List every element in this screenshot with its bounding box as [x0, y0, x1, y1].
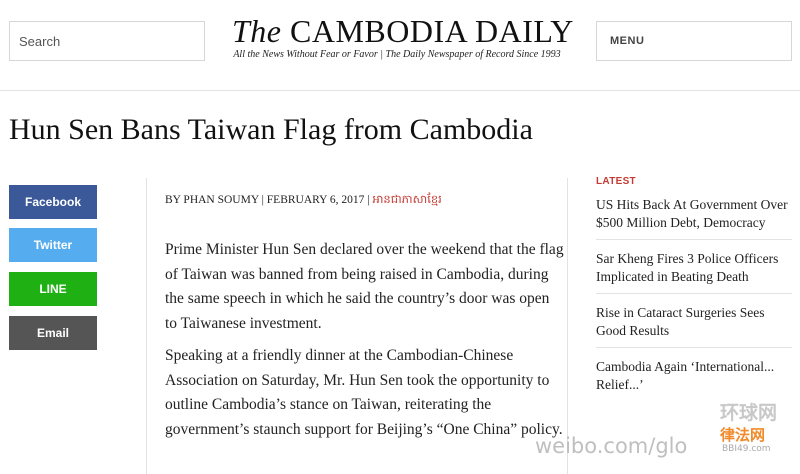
site-logo[interactable]: The CAMBODIA DAILY All the News Without …	[232, 13, 573, 60]
left-column-divider	[146, 178, 147, 474]
logo-tagline: All the News Without Fear or Favor | The…	[233, 49, 561, 60]
logo-the: The	[232, 13, 282, 49]
facebook-share-button[interactable]: Facebook	[9, 185, 97, 219]
latest-sidebar: LATEST US Hits Back At Government Over $…	[596, 176, 792, 411]
watermark-brand-url: BBI49.com	[722, 444, 771, 454]
latest-story-link[interactable]: Rise in Cataract Surgeries Sees Good Res…	[596, 304, 792, 348]
site-header: The CAMBODIA DAILY All the News Without …	[0, 0, 800, 91]
watermark-text: weibo.com/glo	[535, 434, 688, 458]
latest-heading: LATEST	[596, 176, 636, 187]
watermark-overlay: weibo.com/glo 环球网 律法网 BBI49.com	[535, 388, 800, 474]
search-box[interactable]	[9, 21, 205, 61]
watermark-brand: 环球网	[720, 402, 778, 424]
latest-story-link[interactable]: Sar Kheng Fires 3 Police Officers Implic…	[596, 250, 792, 294]
watermark-brand-secondary: 律法网	[720, 426, 766, 444]
twitter-share-button[interactable]: Twitter	[9, 228, 97, 262]
logo-name: CAMBODIA DAILY	[290, 13, 574, 49]
search-input[interactable]	[10, 22, 204, 60]
article-paragraph: Prime Minister Hun Sen declared over the…	[165, 241, 564, 332]
article-body: Prime Minister Hun Sen declared over the…	[165, 238, 565, 450]
latest-story-link[interactable]: US Hits Back At Government Over $500 Mil…	[596, 196, 792, 240]
byline-text: BY PHAN SOUMY | FEBRUARY 6, 2017 |	[165, 194, 370, 206]
article-byline: BY PHAN SOUMY | FEBRUARY 6, 2017 | អានជា…	[165, 192, 442, 209]
article-paragraph: Speaking at a friendly dinner at the Cam…	[165, 347, 563, 438]
menu-button[interactable]: MENU	[596, 21, 792, 61]
line-share-button[interactable]: LINE	[9, 272, 97, 306]
article-title: Hun Sen Bans Taiwan Flag from Cambodia	[9, 113, 533, 146]
khmer-version-link[interactable]: អានជាភាសាខ្មែរ	[372, 194, 441, 206]
logo-wordmark: The CAMBODIA DAILY	[232, 13, 573, 49]
email-share-button[interactable]: Email	[9, 316, 97, 350]
